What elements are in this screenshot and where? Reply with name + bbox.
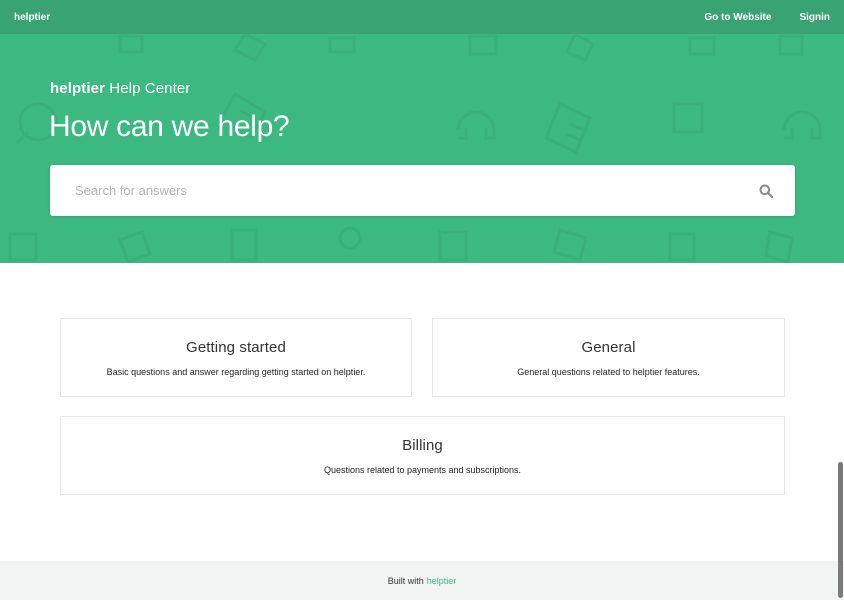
help-center-label: helptier Help Center [50, 80, 190, 97]
hero-section: helptier Help Center How can we help? [0, 34, 844, 263]
category-description: Questions related to payments and subscr… [323, 465, 522, 475]
top-navigation-bar: helptier Go to Website Signin [0, 0, 844, 34]
category-card-getting-started[interactable]: Getting started Basic questions and answ… [60, 318, 412, 397]
signin-link[interactable]: Signin [799, 12, 830, 23]
page-title: How can we help? [49, 110, 290, 143]
category-title: Billing [402, 437, 443, 454]
category-description: Basic questions and answer regarding get… [106, 367, 366, 377]
search-icon[interactable] [751, 176, 781, 206]
help-center-text: Help Center [109, 80, 191, 97]
hero-background-pattern [8, 34, 822, 263]
brand-link[interactable]: helptier [14, 12, 50, 23]
category-title: Getting started [186, 339, 286, 356]
footer-helptier-link[interactable]: helptier [427, 576, 457, 586]
search-input[interactable] [50, 165, 751, 216]
page-scrollbar[interactable] [838, 462, 843, 598]
category-description: General questions related to helptier fe… [517, 367, 700, 377]
help-center-brand: helptier [50, 80, 105, 97]
search-box [50, 165, 795, 216]
category-card-billing[interactable]: Billing Questions related to payments an… [60, 416, 785, 495]
footer-text: Built with [387, 575, 424, 586]
go-to-website-link[interactable]: Go to Website [704, 12, 771, 23]
category-title: General [581, 339, 636, 356]
top-nav-links: Go to Website Signin [704, 12, 830, 23]
footer: Built with helptier [0, 561, 844, 600]
category-card-general[interactable]: General General questions related to hel… [432, 318, 785, 397]
